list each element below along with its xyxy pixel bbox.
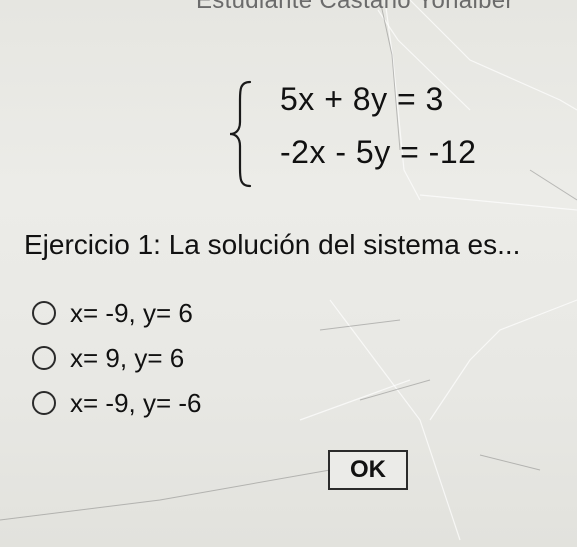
answer-option-label: x= 9, y= 6 [70, 342, 185, 373]
quiz-screen: Estudiante Castaño Yonaiber 5x + 8y = 3 … [0, 0, 577, 547]
ok-button[interactable]: OK [328, 450, 408, 490]
answer-option[interactable]: x= -9, y= 6 [32, 296, 193, 330]
question-text: Ejercicio 1: La solución del sistema es.… [24, 229, 521, 260]
equation-2: -2x - 5y = -12 [280, 134, 477, 170]
student-name: Estudiante Castaño Yonaiber [196, 0, 514, 14]
answer-option[interactable]: x= 9, y= 6 [32, 341, 184, 375]
answer-option[interactable]: x= -9, y= -6 [32, 386, 202, 420]
equation-1: 5x + 8y = 3 [280, 81, 444, 117]
left-brace-icon [229, 80, 252, 188]
radio-button[interactable] [32, 346, 56, 370]
answer-option-label: x= -9, y= -6 [70, 387, 202, 418]
answer-option-label: x= -9, y= 6 [70, 297, 193, 328]
radio-button[interactable] [32, 301, 56, 325]
equation-system: 5x + 8y = 3 -2x - 5y = -12 [224, 78, 514, 190]
radio-button[interactable] [32, 391, 56, 415]
